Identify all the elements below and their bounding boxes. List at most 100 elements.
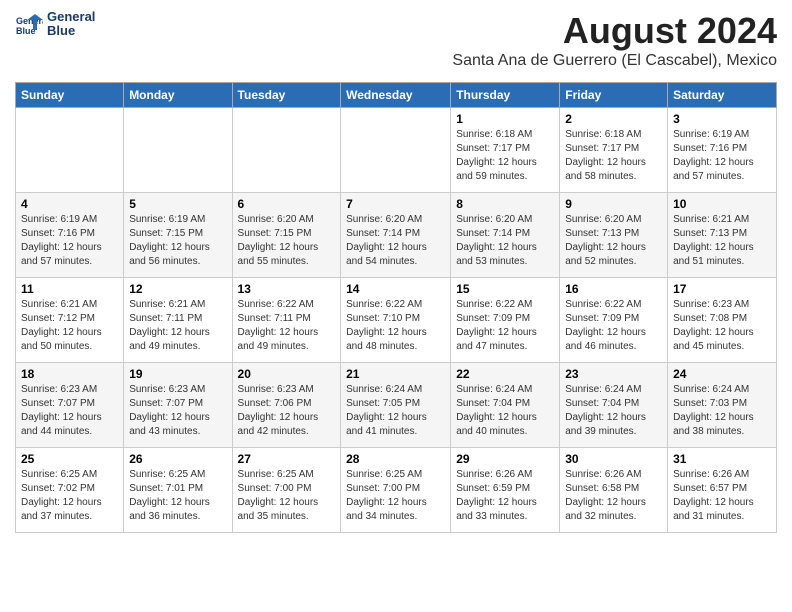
day-info: Sunrise: 6:24 AMSunset: 7:04 PMDaylight:… xyxy=(456,383,554,439)
day-info: Sunrise: 6:22 AMSunset: 7:10 PMDaylight:… xyxy=(346,298,445,354)
calendar-cell: 8 Sunrise: 6:20 AMSunset: 7:14 PMDaylight… xyxy=(451,193,560,278)
day-number: 5 xyxy=(129,197,226,211)
calendar-cell: 6Sunrise: 6:20 AMSunset: 7:15 PMDaylight… xyxy=(232,193,341,278)
calendar-cell: 26 Sunrise: 6:25 AMSunset: 7:01 PMDayligh… xyxy=(124,448,232,533)
calendar-cell: 1 Sunrise: 6:18 AMSunset: 7:17 PMDaylight… xyxy=(451,108,560,193)
calendar-week-row: 11 Sunrise: 6:21 AMSunset: 7:12 PMDayligh… xyxy=(16,278,777,363)
day-info: Sunrise: 6:18 AMSunset: 7:17 PMDaylight:… xyxy=(456,128,554,184)
calendar-cell: 14 Sunrise: 6:22 AMSunset: 7:10 PMDayligh… xyxy=(341,278,451,363)
calendar-cell: 13 Sunrise: 6:22 AMSunset: 7:11 PMDayligh… xyxy=(232,278,341,363)
calendar-cell: 21 Sunrise: 6:24 AMSunset: 7:05 PMDayligh… xyxy=(341,363,451,448)
day-info: Sunrise: 6:18 AMSunset: 7:17 PMDaylight:… xyxy=(565,128,662,184)
calendar-cell: 27 Sunrise: 6:25 AMSunset: 7:00 PMDayligh… xyxy=(232,448,341,533)
day-number: 2 xyxy=(565,112,662,126)
day-number: 8 xyxy=(456,197,554,211)
day-info: Sunrise: 6:19 AMSunset: 7:15 PMDaylight:… xyxy=(129,213,226,269)
day-info: Sunrise: 6:25 AMSunset: 7:00 PMDaylight:… xyxy=(238,468,336,524)
day-of-week-header: Tuesday xyxy=(232,83,341,108)
day-number: 18 xyxy=(21,367,118,381)
day-number: 21 xyxy=(346,367,445,381)
day-info: Sunrise: 6:19 AMSunset: 7:16 PMDaylight:… xyxy=(673,128,771,184)
day-info: Sunrise: 6:21 AMSunset: 7:12 PMDaylight:… xyxy=(21,298,118,354)
day-info: Sunrise: 6:19 AMSunset: 7:16 PMDaylight:… xyxy=(21,213,118,269)
calendar-table: SundayMondayTuesdayWednesdayThursdayFrid… xyxy=(15,82,777,533)
calendar-cell: 3 Sunrise: 6:19 AMSunset: 7:16 PMDaylight… xyxy=(668,108,777,193)
calendar-cell: 11 Sunrise: 6:21 AMSunset: 7:12 PMDayligh… xyxy=(16,278,124,363)
day-info: Sunrise: 6:25 AMSunset: 7:00 PMDaylight:… xyxy=(346,468,445,524)
day-number: 13 xyxy=(238,282,336,296)
day-number: 25 xyxy=(21,452,118,466)
calendar-cell: 9 Sunrise: 6:20 AMSunset: 7:13 PMDaylight… xyxy=(560,193,668,278)
day-info: Sunrise: 6:23 AMSunset: 7:08 PMDaylight:… xyxy=(673,298,771,354)
day-number: 1 xyxy=(456,112,554,126)
day-info: Sunrise: 6:24 AMSunset: 7:05 PMDaylight:… xyxy=(346,383,445,439)
location-title: Santa Ana de Guerrero (El Cascabel), Mex… xyxy=(452,52,777,70)
day-info: Sunrise: 6:21 AMSunset: 7:13 PMDaylight:… xyxy=(673,213,771,269)
day-number: 3 xyxy=(673,112,771,126)
day-of-week-header: Friday xyxy=(560,83,668,108)
day-number: 24 xyxy=(673,367,771,381)
calendar-cell: 4 Sunrise: 6:19 AMSunset: 7:16 PMDaylight… xyxy=(16,193,124,278)
day-number: 28 xyxy=(346,452,445,466)
calendar-cell: 20Sunrise: 6:23 AMSunset: 7:06 PMDayligh… xyxy=(232,363,341,448)
day-info: Sunrise: 6:24 AMSunset: 7:04 PMDaylight:… xyxy=(565,383,662,439)
day-of-week-header: Monday xyxy=(124,83,232,108)
day-info: Sunrise: 6:22 AMSunset: 7:11 PMDaylight:… xyxy=(238,298,336,354)
logo-line1: General xyxy=(47,10,95,24)
day-number: 16 xyxy=(565,282,662,296)
day-number: 14 xyxy=(346,282,445,296)
calendar-cell: 10Sunrise: 6:21 AMSunset: 7:13 PMDayligh… xyxy=(668,193,777,278)
day-number: 11 xyxy=(21,282,118,296)
day-number: 15 xyxy=(456,282,554,296)
calendar-cell: 23 Sunrise: 6:24 AMSunset: 7:04 PMDayligh… xyxy=(560,363,668,448)
day-number: 30 xyxy=(565,452,662,466)
day-number: 23 xyxy=(565,367,662,381)
calendar-cell: 18Sunrise: 6:23 AMSunset: 7:07 PMDayligh… xyxy=(16,363,124,448)
calendar-cell: 16 Sunrise: 6:22 AMSunset: 7:09 PMDayligh… xyxy=(560,278,668,363)
calendar-cell: 7Sunrise: 6:20 AMSunset: 7:14 PMDaylight… xyxy=(341,193,451,278)
day-number: 19 xyxy=(129,367,226,381)
day-number: 29 xyxy=(456,452,554,466)
day-number: 27 xyxy=(238,452,336,466)
calendar-cell: 24Sunrise: 6:24 AMSunset: 7:03 PMDayligh… xyxy=(668,363,777,448)
calendar-week-row: 18 Sunrise: 6:23 AMSunset: 7:07 PMDayligh… xyxy=(16,363,777,448)
day-info: Sunrise: 6:25 AMSunset: 7:01 PMDaylight:… xyxy=(129,468,226,524)
day-info: Sunrise: 6:23 AMSunset: 7:06 PMDaylight:… xyxy=(238,383,336,439)
calendar-cell: 31Sunrise: 6:26 AMSunset: 6:57 PMDayligh… xyxy=(668,448,777,533)
calendar-cell xyxy=(124,108,232,193)
calendar-cell: 12 Sunrise: 6:21 AMSunset: 7:11 PMDayligh… xyxy=(124,278,232,363)
calendar-week-row: 25 Sunrise: 6:25 AMSunset: 7:02 PMDayligh… xyxy=(16,448,777,533)
day-info: Sunrise: 6:26 AMSunset: 6:57 PMDaylight:… xyxy=(673,468,771,524)
day-info: Sunrise: 6:26 AMSunset: 6:58 PMDaylight:… xyxy=(565,468,662,524)
day-number: 22 xyxy=(456,367,554,381)
day-of-week-header: Sunday xyxy=(16,83,124,108)
calendar-cell xyxy=(341,108,451,193)
calendar-cell: 30 Sunrise: 6:26 AMSunset: 6:58 PMDayligh… xyxy=(560,448,668,533)
day-info: Sunrise: 6:20 AMSunset: 7:14 PMDaylight:… xyxy=(456,213,554,269)
month-title: August 2024 xyxy=(452,10,777,52)
day-of-week-header: Thursday xyxy=(451,83,560,108)
day-info: Sunrise: 6:25 AMSunset: 7:02 PMDaylight:… xyxy=(21,468,118,524)
day-info: Sunrise: 6:22 AMSunset: 7:09 PMDaylight:… xyxy=(565,298,662,354)
day-number: 26 xyxy=(129,452,226,466)
day-info: Sunrise: 6:21 AMSunset: 7:11 PMDaylight:… xyxy=(129,298,226,354)
calendar-cell xyxy=(232,108,341,193)
day-info: Sunrise: 6:26 AMSunset: 6:59 PMDaylight:… xyxy=(456,468,554,524)
day-number: 12 xyxy=(129,282,226,296)
calendar-cell: 5 Sunrise: 6:19 AMSunset: 7:15 PMDaylight… xyxy=(124,193,232,278)
day-info: Sunrise: 6:20 AMSunset: 7:13 PMDaylight:… xyxy=(565,213,662,269)
logo-line2: Blue xyxy=(47,24,95,38)
calendar-week-row: 4 Sunrise: 6:19 AMSunset: 7:16 PMDaylight… xyxy=(16,193,777,278)
day-number: 6 xyxy=(238,197,336,211)
day-of-week-header: Saturday xyxy=(668,83,777,108)
day-info: Sunrise: 6:22 AMSunset: 7:09 PMDaylight:… xyxy=(456,298,554,354)
day-number: 4 xyxy=(21,197,118,211)
logo: General Blue General Blue xyxy=(15,10,95,39)
calendar-cell: 15 Sunrise: 6:22 AMSunset: 7:09 PMDayligh… xyxy=(451,278,560,363)
calendar-cell: 2 Sunrise: 6:18 AMSunset: 7:17 PMDaylight… xyxy=(560,108,668,193)
day-number: 9 xyxy=(565,197,662,211)
day-number: 7 xyxy=(346,197,445,211)
day-info: Sunrise: 6:23 AMSunset: 7:07 PMDaylight:… xyxy=(129,383,226,439)
day-number: 17 xyxy=(673,282,771,296)
calendar-cell: 29 Sunrise: 6:26 AMSunset: 6:59 PMDayligh… xyxy=(451,448,560,533)
